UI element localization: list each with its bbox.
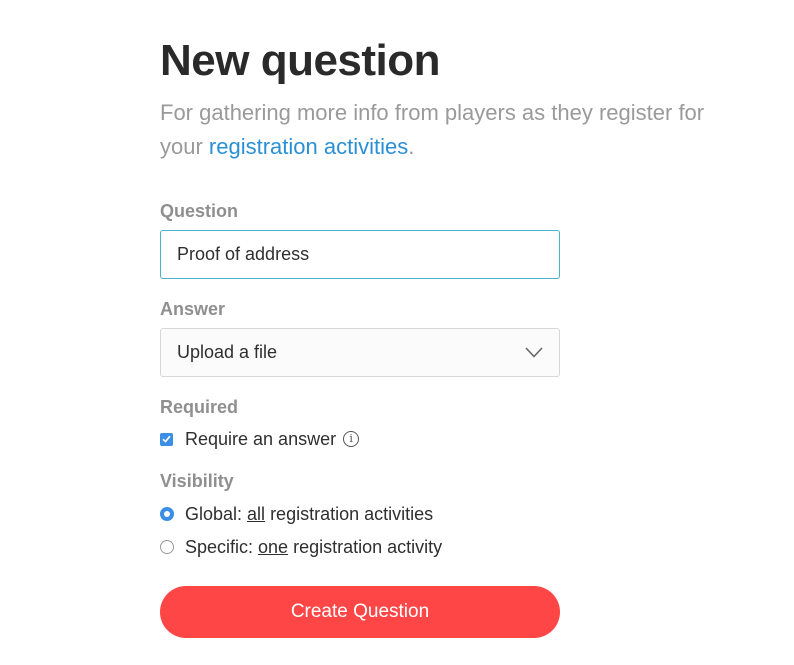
visibility-label: Visibility xyxy=(160,471,234,491)
page: New question For gathering more info fro… xyxy=(0,0,794,665)
visibility-global-radio[interactable] xyxy=(160,507,174,521)
chevron-down-icon xyxy=(525,347,543,359)
subtitle-period: . xyxy=(408,134,415,159)
required-label: Required xyxy=(160,397,239,417)
answer-type-value: Upload a file xyxy=(177,342,278,362)
question-label: Question xyxy=(160,201,239,221)
visibility-specific-underlined: one xyxy=(258,536,289,557)
page-subtitle: For gathering more info from players as … xyxy=(160,96,730,164)
visibility-global-suffix: registration activities xyxy=(265,503,434,524)
visibility-specific-suffix: registration activity xyxy=(288,536,443,557)
checkmark-icon xyxy=(162,435,171,443)
visibility-option-specific[interactable]: Specific: one registration activity xyxy=(160,536,760,558)
visibility-option-global[interactable]: Global: all registration activities xyxy=(160,503,760,525)
require-answer-row: Require an answer i xyxy=(160,428,760,450)
require-answer-checkbox[interactable] xyxy=(160,432,173,446)
page-title: New question xyxy=(160,36,441,85)
create-question-button[interactable]: Create Question xyxy=(160,586,560,638)
visibility-global-underlined: all xyxy=(247,503,266,524)
question-input[interactable]: Proof of address xyxy=(160,230,560,279)
answer-type-select[interactable]: Upload a file xyxy=(160,328,560,377)
visibility-specific-radio[interactable] xyxy=(160,540,174,554)
registration-activities-link[interactable]: registration activities xyxy=(209,134,408,159)
info-icon[interactable]: i xyxy=(343,431,360,447)
answer-label: Answer xyxy=(160,299,226,319)
question-input-value: Proof of address xyxy=(177,244,310,264)
require-answer-label: Require an answer xyxy=(185,428,337,449)
visibility-global-prefix: Global: xyxy=(185,503,248,524)
new-question-form-container: New question For gathering more info fro… xyxy=(160,34,760,638)
visibility-specific-prefix: Specific: xyxy=(185,536,259,557)
